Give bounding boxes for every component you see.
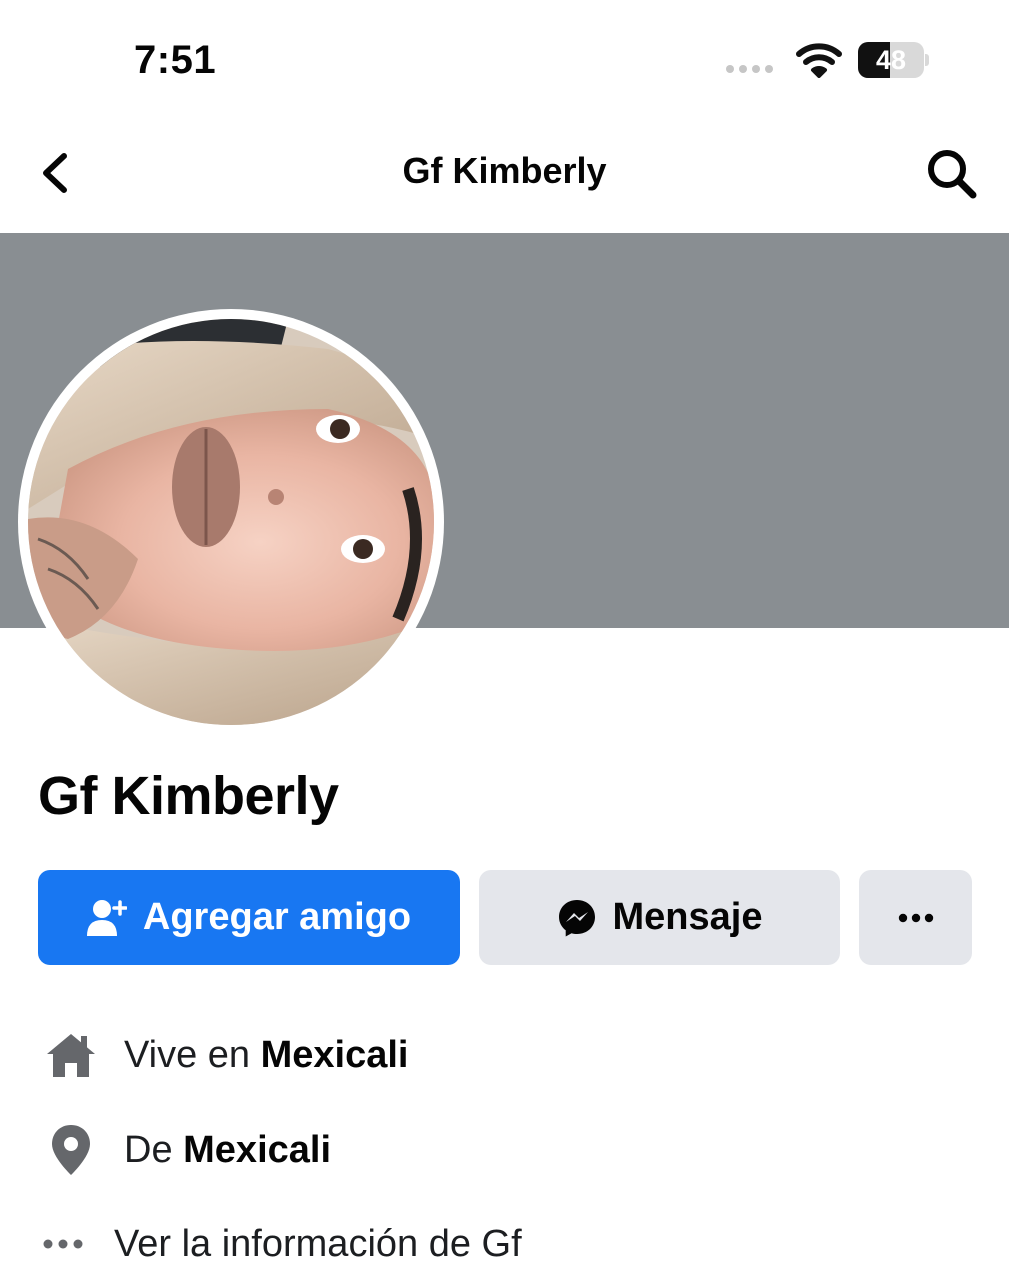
message-button[interactable]: Mensaje: [479, 870, 840, 965]
search-button[interactable]: [924, 146, 980, 202]
lives-in-row: Vive en Mexicali: [0, 1020, 1009, 1090]
battery-level: 48: [875, 44, 907, 75]
lives-in-prefix: Vive en: [124, 1033, 251, 1076]
from-prefix: De: [124, 1128, 173, 1171]
profile-picture[interactable]: [18, 309, 444, 735]
messenger-icon: [558, 899, 595, 936]
add-friend-icon: [86, 899, 127, 936]
add-friend-label: Agregar amigo: [142, 896, 412, 938]
profile-page: 7:51 48 Gf Kimberly Gf Kimberly Agregar …: [0, 0, 1009, 1280]
status-time: 7:51: [134, 38, 217, 82]
from-row: De Mexicali: [0, 1115, 1009, 1185]
battery-icon: 48: [858, 42, 929, 78]
more-dots-icon: [38, 1217, 88, 1271]
ellipsis-icon: [898, 913, 933, 922]
add-friend-button[interactable]: Agregar amigo: [38, 870, 460, 965]
message-label: Mensaje: [612, 896, 763, 938]
see-about-info-label: Ver la información de Gf: [114, 1222, 522, 1265]
from-city: Mexicali: [183, 1128, 332, 1171]
more-options-button[interactable]: [859, 870, 972, 965]
avatar: [28, 319, 434, 725]
home-icon: [44, 1028, 98, 1082]
location-pin-icon: [44, 1123, 98, 1177]
cellular-signal-icon: [726, 65, 773, 73]
wifi-icon: [796, 43, 842, 78]
search-icon: [928, 150, 977, 199]
see-about-info-row[interactable]: Ver la información de Gf: [0, 1209, 1009, 1279]
lives-in-city: Mexicali: [260, 1033, 409, 1076]
profile-name: Gf Kimberly: [38, 766, 339, 826]
page-title: Gf Kimberly: [402, 150, 607, 191]
